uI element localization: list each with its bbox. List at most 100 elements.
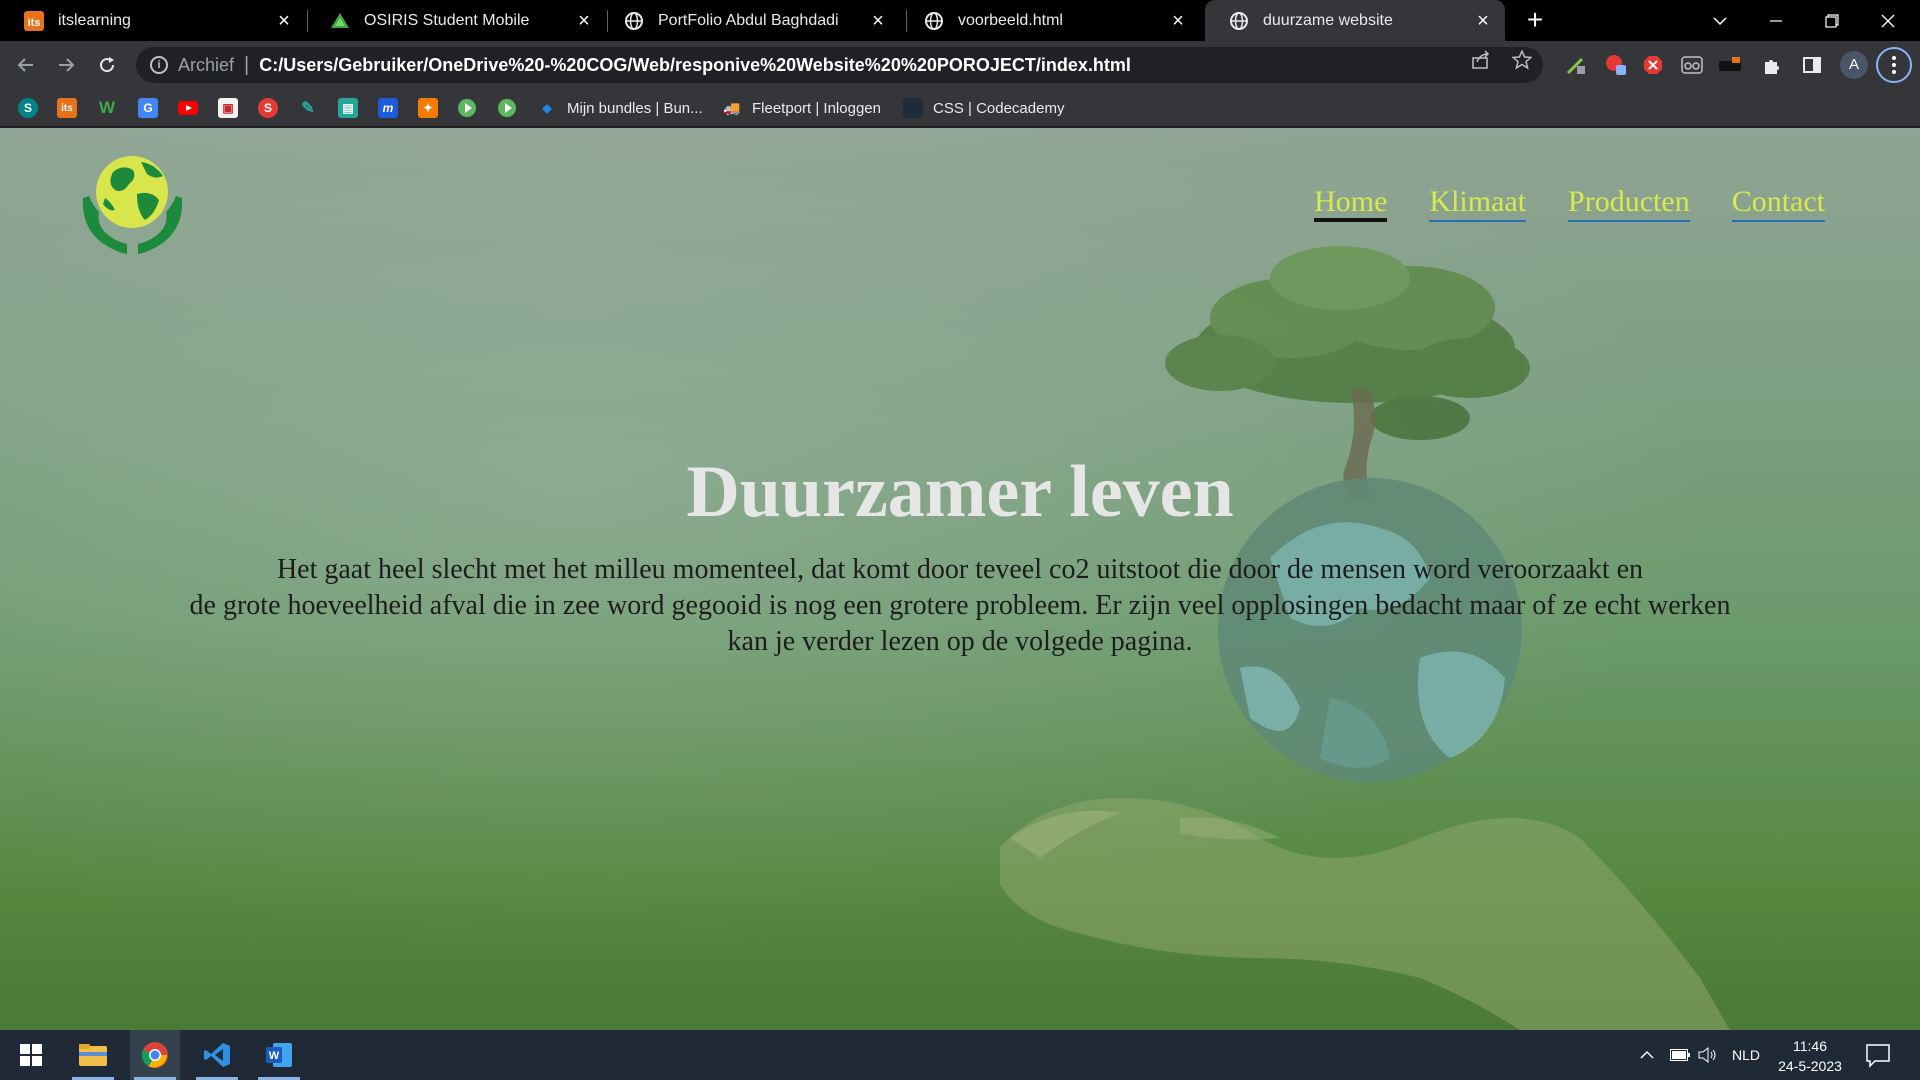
tab-duurzame-website[interactable]: duurzame website × — [1205, 0, 1505, 41]
tab-osiris[interactable]: OSIRIS Student Mobile × — [306, 0, 606, 41]
hero-line: Het gaat heel slecht met het milleu mome… — [276, 554, 1644, 585]
arrow-left-icon — [17, 58, 33, 72]
pen-icon: ✎ — [301, 100, 315, 117]
tab-title: PortFolio Abdul Baghdadi — [658, 11, 839, 29]
site-navigation: Home Klimaat Producten Contact — [1314, 186, 1825, 222]
clock-time: 11:46 — [1793, 1038, 1827, 1054]
star-icon[interactable] — [1511, 49, 1533, 71]
translate-icon: G — [138, 98, 158, 118]
tab-itslearning[interactable]: its itslearning × — [0, 0, 306, 41]
taskbar-file-explorer[interactable] — [68, 1030, 118, 1080]
bookmark-puzzle[interactable]: ✦ — [418, 97, 438, 119]
browser-menu-button[interactable] — [1876, 47, 1912, 83]
blocker-extension-icon[interactable] — [1641, 53, 1665, 77]
nav-link-producten[interactable]: Producten — [1568, 186, 1690, 222]
nav-link-klimaat[interactable]: Klimaat — [1429, 186, 1527, 222]
bookmark-fleetport[interactable]: 🚚 Fleetport | Inloggen — [722, 97, 881, 119]
dark-extension-icon[interactable] — [1718, 53, 1742, 77]
bookmark-scribd[interactable]: S — [258, 97, 278, 119]
bookmark-w[interactable]: W — [97, 97, 117, 119]
codecademy-icon — [903, 98, 923, 118]
close-icon[interactable]: × — [274, 11, 294, 31]
bookmark-translate[interactable]: G — [138, 97, 158, 119]
bookmark-app[interactable]: ▣ — [218, 97, 238, 119]
globe-icon — [1229, 11, 1249, 31]
hero-line: de grote hoeveelheid afval die in zee wo… — [189, 590, 1731, 621]
play-icon — [457, 98, 477, 118]
hero-title: Duurzamer leven — [686, 451, 1234, 533]
show-hidden-icons[interactable] — [1640, 1030, 1654, 1080]
notification-icon[interactable] — [1865, 1042, 1891, 1068]
hero-line: kan je verder lezen op de volgede pagina… — [727, 626, 1193, 657]
bookmark-label: Fleetport | Inloggen — [752, 99, 881, 117]
website-viewport: Home Klimaat Producten Contact Duurzamer… — [0, 128, 1920, 1030]
tab-portfolio[interactable]: PortFolio Abdul Baghdadi × — [600, 0, 900, 41]
browser-toolbar: i Archief | C:/Users/Gebruiker/OneDrive%… — [0, 41, 1920, 89]
bookmark-itslearning[interactable]: its — [57, 97, 77, 119]
bookmark-sharepoint[interactable]: S — [18, 97, 38, 119]
close-icon[interactable]: × — [1473, 11, 1493, 31]
close-icon — [1881, 14, 1895, 27]
reload-button[interactable] — [91, 49, 123, 81]
youtube-icon — [178, 98, 198, 118]
taskbar-vscode[interactable] — [192, 1030, 242, 1080]
extensions-icon[interactable] — [1760, 53, 1784, 77]
tab-title: itslearning — [58, 11, 131, 29]
m-icon: m — [378, 98, 398, 118]
reader-extension-icon[interactable] — [1680, 53, 1704, 77]
language-indicator[interactable]: NLD — [1732, 1030, 1760, 1080]
volume-indicator[interactable] — [1698, 1030, 1718, 1080]
bookmark-m[interactable]: m — [378, 97, 398, 119]
chrome-icon — [141, 1042, 168, 1068]
pen-extension-icon[interactable] — [1564, 53, 1588, 77]
bookmark-bundles[interactable]: ◆ Mijn bundles | Bun... — [537, 97, 702, 119]
share-icon[interactable] — [1470, 49, 1492, 71]
close-icon[interactable]: × — [1168, 11, 1188, 31]
bookmarks-bar: S its W G ▣ S ✎ ▤ m ✦ ◆ Mijn bundles | Bu… — [0, 89, 1920, 127]
windows-taskbar: W NLD 11:46 24-5-2023 — [0, 1030, 1920, 1080]
taskbar-word[interactable]: W — [254, 1030, 304, 1080]
speaker-icon — [1698, 1047, 1716, 1063]
tab-voorbeeld[interactable]: voorbeeld.html × — [900, 0, 1200, 41]
close-icon[interactable]: × — [574, 11, 594, 31]
battery-indicator[interactable] — [1670, 1030, 1690, 1080]
minimize-icon — [1770, 19, 1782, 22]
taskbar-chrome[interactable] — [130, 1030, 180, 1080]
address-bar[interactable]: i Archief | C:/Users/Gebruiker/OneDrive%… — [136, 47, 1543, 83]
new-tab-button[interactable]: + — [1520, 6, 1550, 36]
hero-paragraph: Het gaat heel slecht met het milleu mome… — [100, 552, 1820, 660]
bookmark-play-2[interactable] — [497, 97, 517, 119]
bookmark-youtube[interactable] — [178, 97, 198, 119]
scheme-label: Archief — [178, 54, 235, 75]
word-icon: W — [266, 1043, 292, 1067]
taskbar-clock[interactable]: 11:46 24-5-2023 — [1760, 1036, 1860, 1076]
url-text[interactable]: C:/Users/Gebruiker/OneDrive%20-%20COG/We… — [259, 55, 1131, 76]
bookmark-play[interactable] — [457, 97, 477, 119]
side-panel-icon[interactable] — [1800, 53, 1824, 77]
tab-title: voorbeeld.html — [958, 11, 1063, 29]
bookmark-app2[interactable]: ▤ — [338, 97, 358, 119]
reload-icon — [100, 57, 115, 73]
minimize-button[interactable] — [1748, 0, 1804, 41]
sharepoint-icon: S — [18, 98, 38, 118]
back-button[interactable] — [10, 49, 42, 81]
forward-button[interactable] — [50, 49, 82, 81]
kebab-menu-icon — [1892, 56, 1896, 74]
close-window-button[interactable] — [1860, 0, 1916, 41]
app-icon: ▣ — [218, 98, 238, 118]
nav-link-contact[interactable]: Contact — [1731, 186, 1825, 222]
address-separator: | — [244, 53, 250, 76]
w-icon: W — [98, 98, 116, 117]
nav-link-home[interactable]: Home — [1314, 186, 1388, 222]
bookmark-codecademy[interactable]: CSS | Codecademy — [903, 97, 1064, 119]
profile-avatar[interactable]: A — [1840, 51, 1868, 79]
tab-search-button[interactable] — [1692, 0, 1748, 41]
info-icon[interactable]: i — [150, 56, 168, 74]
battery-icon — [1670, 1049, 1690, 1061]
restore-button[interactable] — [1804, 0, 1860, 41]
adblock-extension-icon[interactable] — [1604, 53, 1628, 77]
start-button[interactable] — [6, 1030, 56, 1080]
bookmark-pen[interactable]: ✎ — [298, 97, 318, 119]
close-icon[interactable]: × — [868, 11, 888, 31]
earth-hands-logo-icon — [82, 156, 183, 254]
